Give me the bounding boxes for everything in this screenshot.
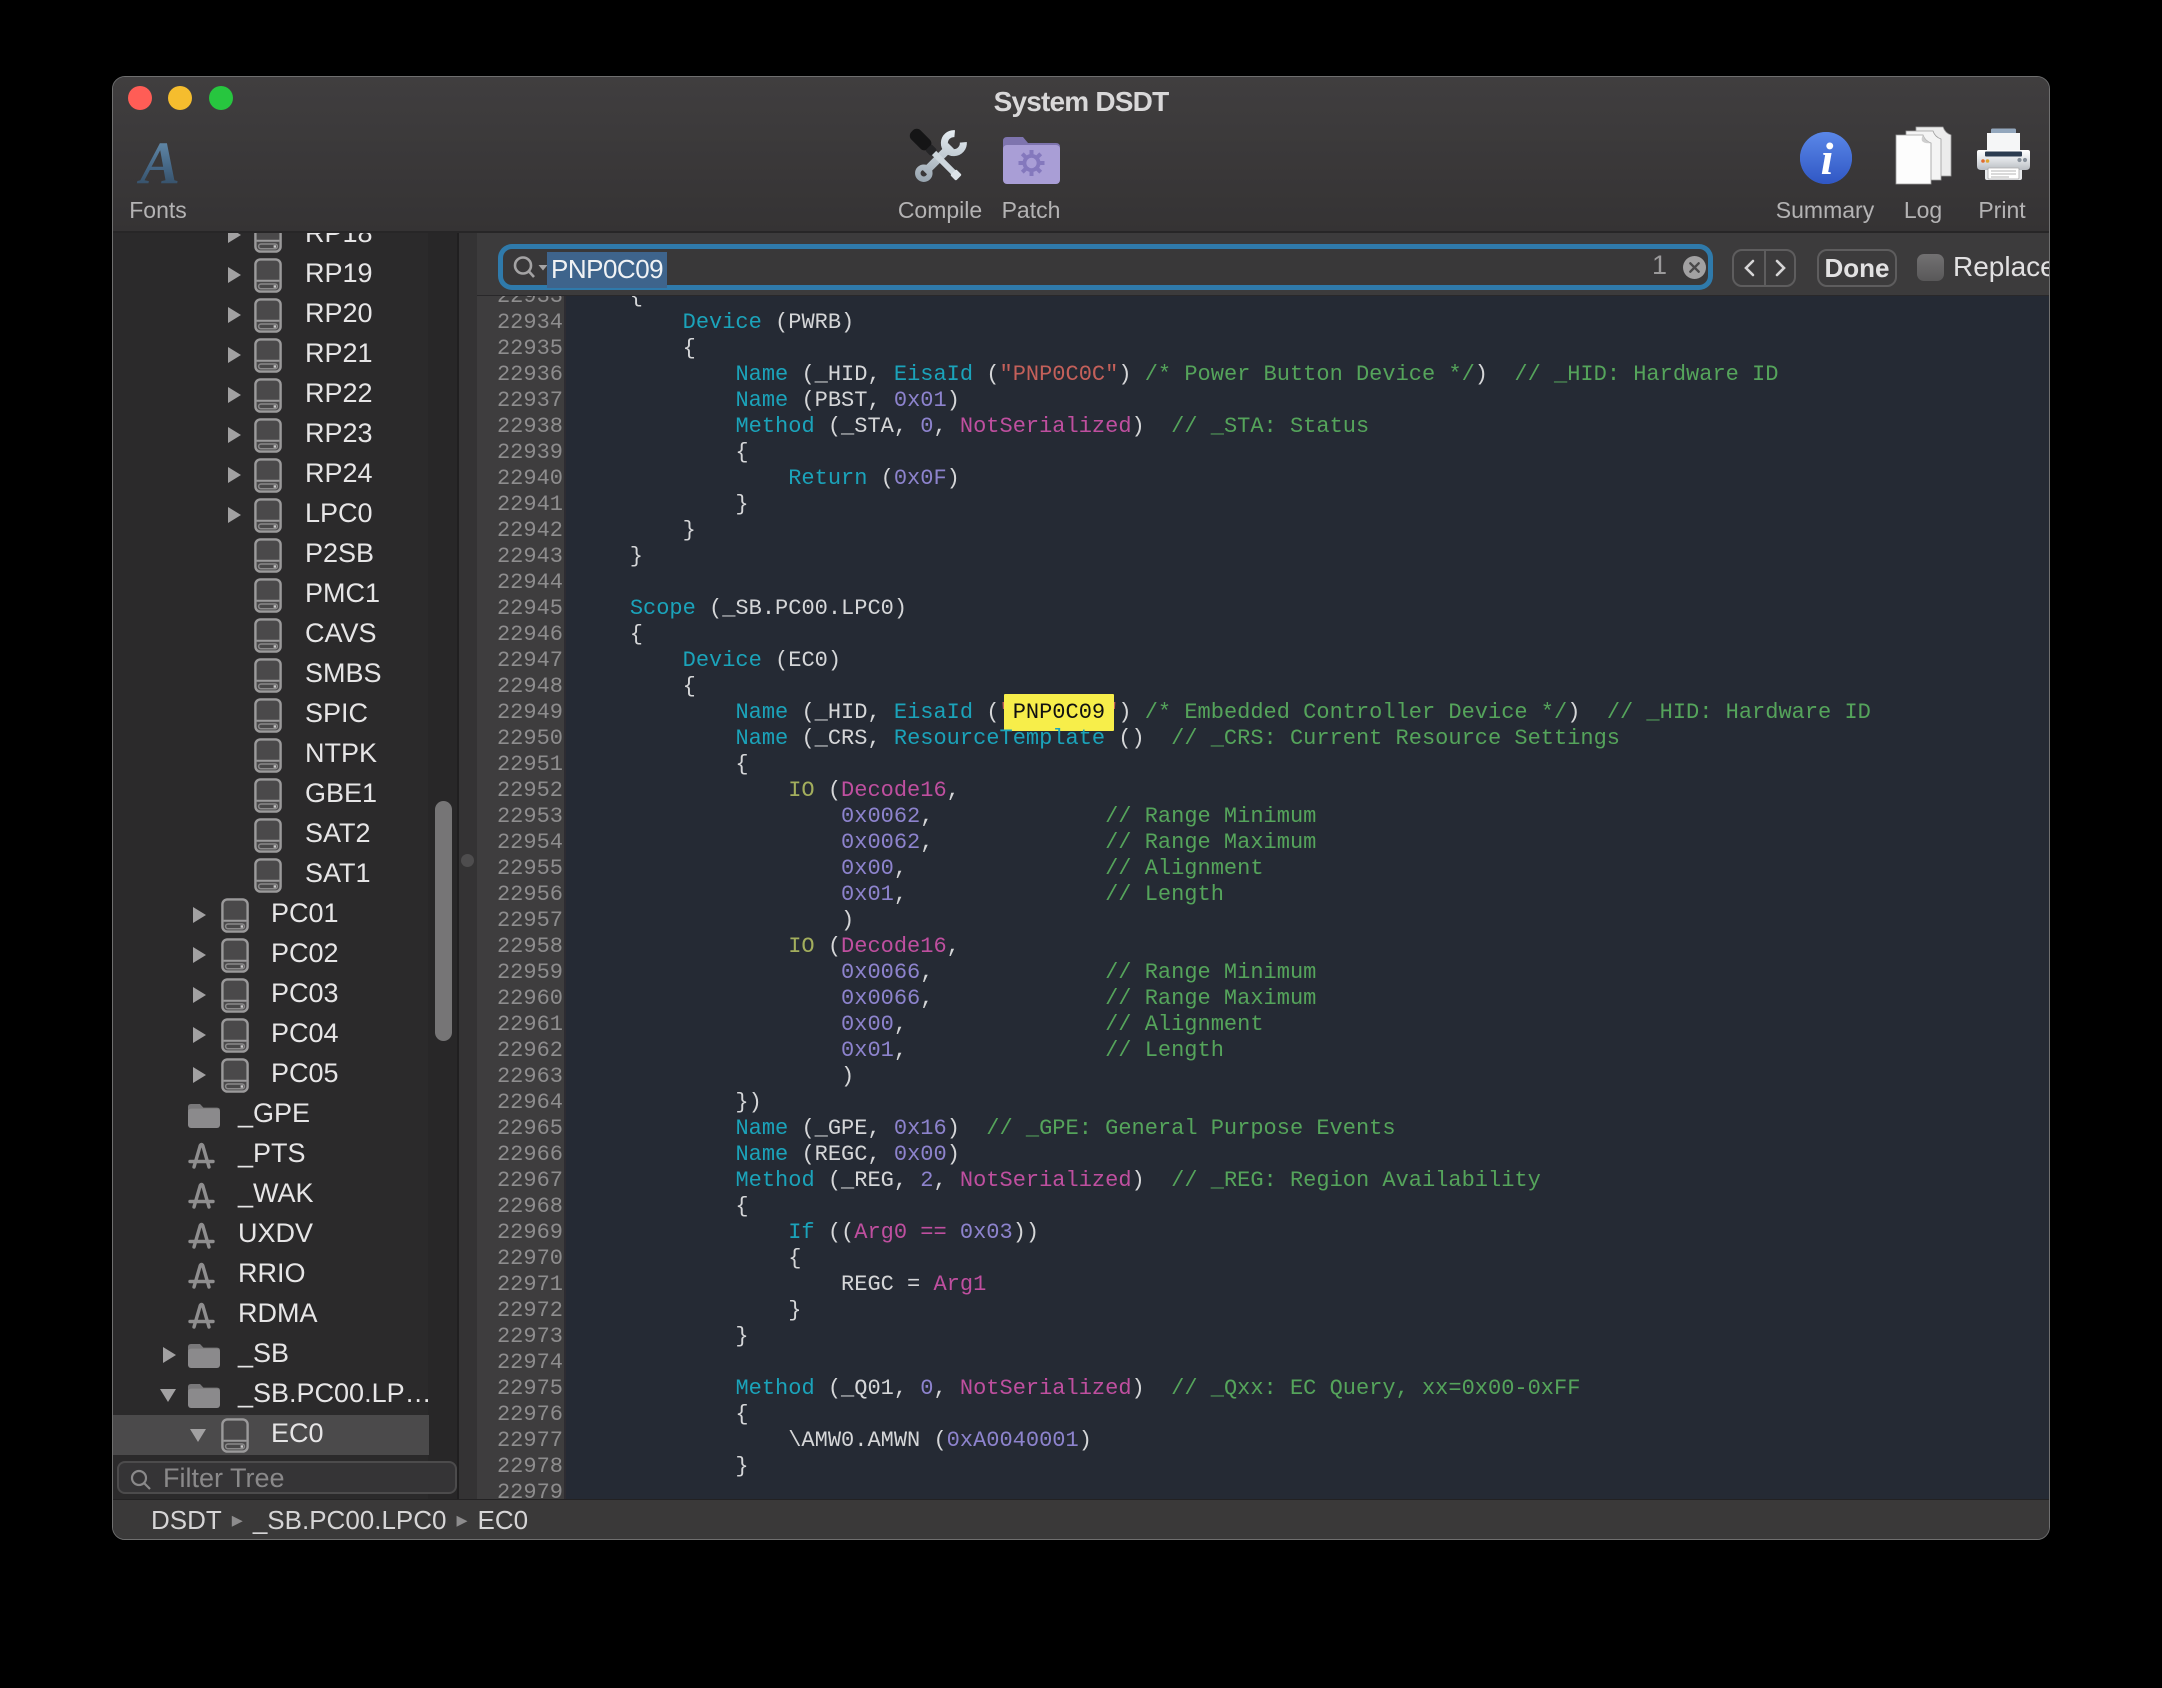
svg-text:A: A <box>136 135 180 189</box>
svg-text:i: i <box>1821 133 1834 184</box>
